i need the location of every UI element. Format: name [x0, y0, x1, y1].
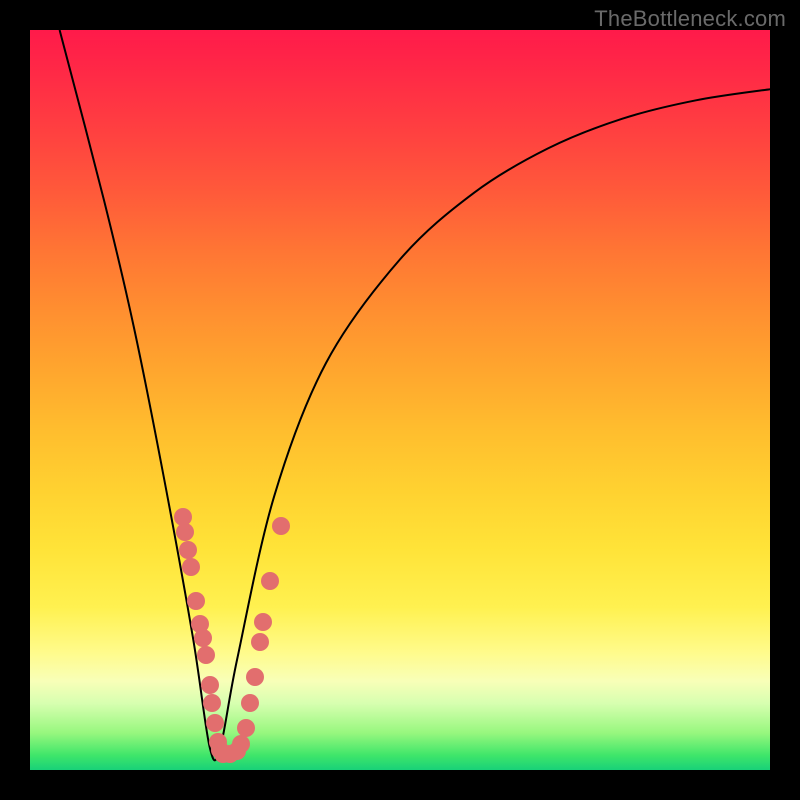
cluster-point — [194, 629, 212, 647]
cluster-marker-group — [174, 508, 290, 763]
cluster-point — [251, 633, 269, 651]
cluster-point — [176, 523, 194, 541]
cluster-point — [261, 572, 279, 590]
cluster-point — [241, 694, 259, 712]
cluster-point — [187, 592, 205, 610]
cluster-point — [182, 558, 200, 576]
chart-frame: TheBottleneck.com — [0, 0, 800, 800]
cluster-point — [254, 613, 272, 631]
cluster-point — [237, 719, 255, 737]
curve-svg — [30, 30, 770, 770]
bottleneck-curve — [60, 30, 770, 760]
watermark-text: TheBottleneck.com — [594, 6, 786, 32]
cluster-point — [179, 541, 197, 559]
cluster-point — [206, 714, 224, 732]
cluster-point — [197, 646, 215, 664]
cluster-point — [272, 517, 290, 535]
cluster-point — [246, 668, 264, 686]
plot-area — [30, 30, 770, 770]
cluster-point — [232, 735, 250, 753]
cluster-point — [201, 676, 219, 694]
cluster-point — [203, 694, 221, 712]
